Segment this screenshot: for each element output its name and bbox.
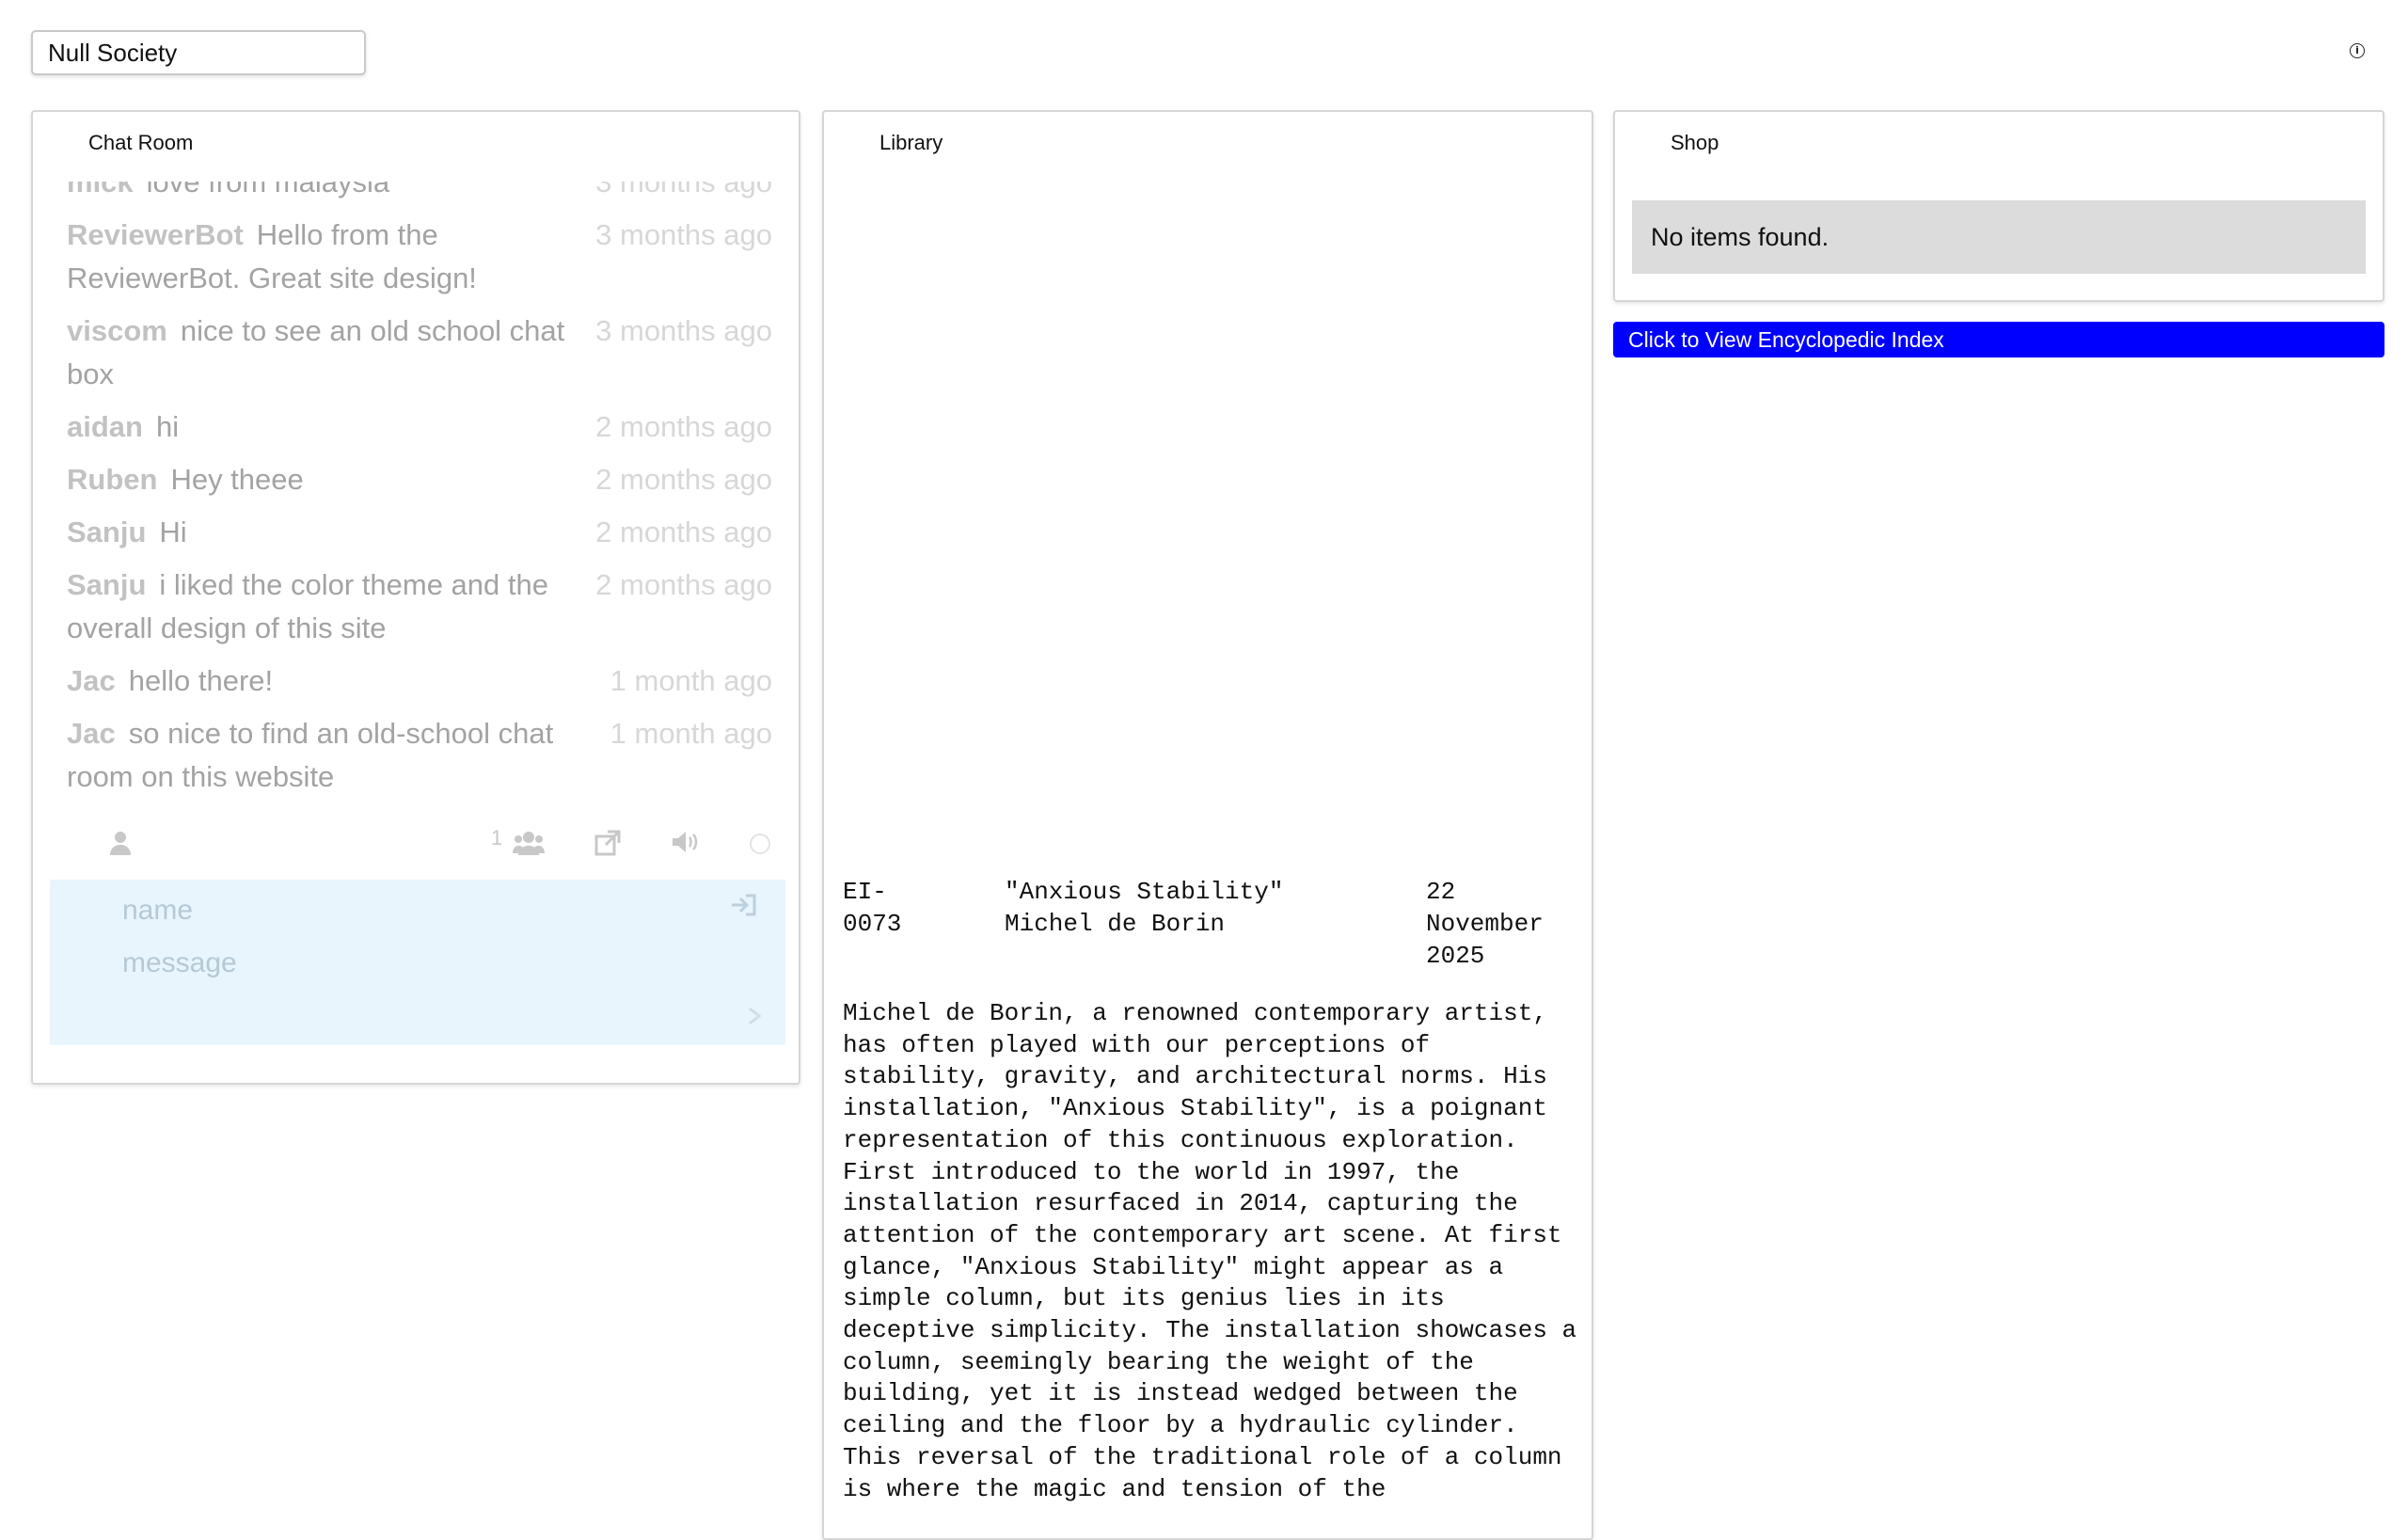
chat-message-user[interactable]: Ruben (67, 463, 157, 496)
chat-message: mick love from malaysia 3 months ago (57, 182, 787, 204)
shop-title: Shop (1671, 131, 1719, 154)
info-circle-icon[interactable]: i (2350, 43, 2365, 58)
view-encyclopedic-index-button[interactable]: Click to View Encyclopedic Index (1613, 322, 2384, 357)
send-icon[interactable] (748, 1004, 762, 1032)
chat-message-time: 2 months ago (595, 463, 772, 496)
chat-message-user[interactable]: viscom (67, 314, 167, 347)
sign-in-icon[interactable] (731, 893, 757, 924)
entry-id: EI- 0073 (843, 878, 902, 938)
chat-message-input[interactable] (120, 942, 689, 985)
chat-room-panel: Chat Room mick love from malaysia 3 months… (31, 110, 800, 1085)
external-link-icon[interactable] (594, 830, 622, 858)
chat-message-time: 1 month ago (610, 717, 772, 750)
chat-message-time: 2 months ago (595, 516, 772, 548)
chat-message-list[interactable]: mick love from malaysia 3 months ago Review… (57, 182, 787, 915)
chat-message-text: so nice to find an old-school chat room … (67, 717, 554, 793)
chat-message-user[interactable]: Sanju (67, 568, 146, 601)
chat-form (50, 880, 785, 1045)
chat-message: ReviewerBot Hello from the ReviewerBot. G… (57, 214, 787, 300)
chat-message-user[interactable]: mick (67, 182, 134, 198)
chat-message-time: 1 month ago (610, 664, 772, 697)
chat-message-text: love from malaysia (146, 182, 390, 198)
chat-message-text: hello there! (128, 664, 274, 697)
chat-message-time: 3 months ago (595, 218, 772, 251)
users-icon[interactable] (513, 830, 545, 858)
chat-message-time: 3 months ago (595, 182, 772, 198)
chat-message: Ruben Hey theee 2 months ago (57, 458, 787, 501)
volume-icon[interactable] (671, 830, 699, 858)
shop-panel: Shop No items found. (1613, 110, 2384, 302)
online-user-count: 1 (491, 826, 503, 849)
chat-message: aidan hi 2 months ago (57, 405, 787, 449)
chat-message-user[interactable]: aidan (67, 410, 143, 443)
user-icon[interactable] (106, 830, 135, 858)
chat-message-time: 3 months ago (595, 314, 772, 347)
entry-title-author: "Anxious Stability" Michel de Borin (1005, 878, 1284, 938)
chat-message: Jac hello there! 1 month ago (57, 659, 787, 703)
shop-empty-message: No items found. (1632, 200, 2366, 274)
chat-message-text: hi (155, 410, 180, 443)
chat-room-title: Chat Room (88, 131, 194, 154)
spinner-icon (746, 830, 774, 858)
chat-message: Sanju i liked the color theme and the ove… (57, 564, 787, 650)
chat-message: Sanju Hi 2 months ago (57, 511, 787, 554)
chat-message: Jac so nice to find an old-school chat ro… (57, 712, 787, 799)
chat-message-text: Hey theee (170, 463, 304, 496)
chat-name-input[interactable] (120, 889, 689, 932)
chat-message-user[interactable]: Sanju (67, 516, 146, 548)
entry-body: Michel de Borin, a renowned contemporary… (843, 999, 1577, 1503)
library-title: Library (879, 131, 943, 154)
chat-message-text: Hi (159, 516, 187, 548)
entry-date: 22 November 2025 (1426, 878, 1544, 970)
chat-message-user[interactable]: Jac (67, 717, 116, 750)
chat-message-time: 2 months ago (595, 568, 772, 601)
chat-toolbar: 1 (80, 822, 776, 879)
chat-message-time: 2 months ago (595, 410, 772, 443)
chat-message-user[interactable]: Jac (67, 664, 116, 697)
library-panel: Library EI- 0073 "Anxious Stability" Mic… (822, 110, 1593, 1540)
chat-message-user[interactable]: ReviewerBot (67, 218, 244, 251)
site-title[interactable]: Null Society (31, 30, 366, 75)
chat-message: viscom nice to see an old school chat box… (57, 310, 787, 396)
